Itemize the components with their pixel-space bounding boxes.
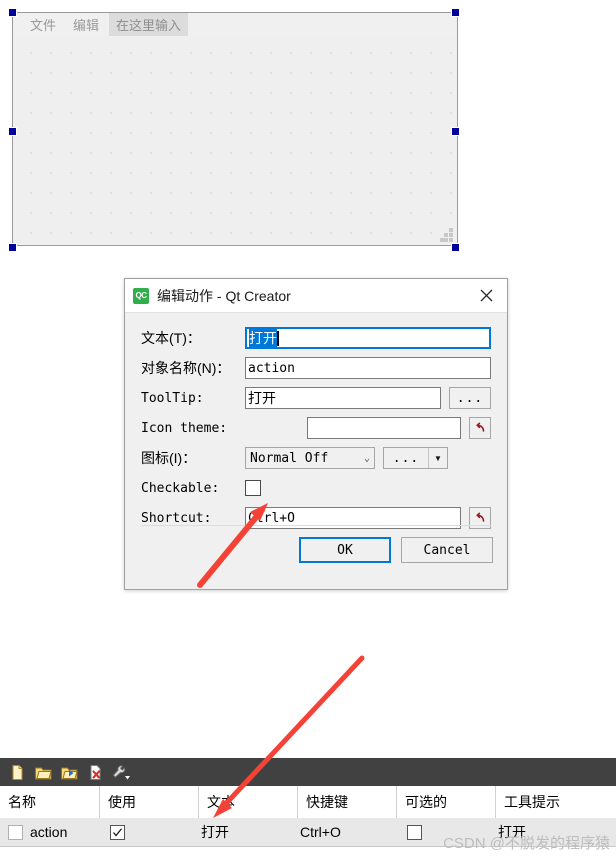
icon-theme-input[interactable] — [307, 417, 461, 439]
new-action-icon[interactable] — [4, 759, 30, 785]
edit-folder-icon[interactable] — [56, 759, 82, 785]
icon-browse-split-button[interactable]: ... ▼ — [383, 447, 448, 469]
checkable-checkbox-cell[interactable] — [407, 824, 422, 840]
action-editor-panel: 名称 使用 文本 快捷键 可选的 工具提示 action 打开 Ctrl+O 打… — [0, 758, 616, 856]
icon-browse-dropdown-icon[interactable]: ▼ — [428, 448, 447, 468]
form-preview-window[interactable]: 文件 编辑 在这里输入 — [12, 12, 458, 246]
cell-name[interactable]: action — [0, 818, 100, 846]
object-name-label: 对象名称(N)： — [141, 360, 231, 376]
column-header-text[interactable]: 文本 — [199, 786, 298, 818]
field-row-icon-theme: Icon theme: — [141, 417, 491, 439]
column-header-used[interactable]: 使用 — [100, 786, 199, 818]
field-row-icon: 图标(I)： Normal Off ⌄ ... ▼ — [141, 447, 491, 469]
dialog-titlebar[interactable]: QC 编辑动作 - Qt Creator — [125, 279, 507, 313]
cell-used[interactable] — [100, 818, 199, 846]
tooltip-value: 打开 — [248, 390, 276, 406]
selection-handle-top-right[interactable] — [451, 8, 460, 17]
cell-shortcut[interactable]: Ctrl+O — [298, 818, 397, 846]
tooltip-input[interactable]: 打开 — [245, 387, 441, 409]
used-checkbox[interactable] — [110, 824, 125, 840]
checkable-checkbox[interactable] — [245, 480, 261, 496]
text-input-value: 打开 — [249, 328, 277, 348]
settings-wrench-icon[interactable] — [108, 759, 134, 785]
edit-action-dialog[interactable]: QC 编辑动作 - Qt Creator 文本(T)： 打开 对象名称(N)： … — [124, 278, 508, 590]
column-header-checkable[interactable]: 可选的 — [397, 786, 496, 818]
watermark: CSDN @不脱发的程序猿 — [443, 835, 610, 852]
form-central-widget[interactable] — [14, 36, 456, 244]
text-label: 文本(T)： — [141, 330, 201, 346]
action-table-header: 名称 使用 文本 快捷键 可选的 工具提示 — [0, 786, 616, 819]
dialog-separator — [141, 525, 491, 526]
cancel-button[interactable]: Cancel — [401, 537, 493, 563]
dialog-title: 编辑动作 - Qt Creator — [157, 287, 291, 304]
field-row-tooltip: ToolTip: 打开 ... — [141, 387, 491, 409]
selection-handle-mid-right[interactable] — [451, 127, 460, 136]
dialog-button-box: OK Cancel — [299, 537, 493, 563]
ok-button[interactable]: OK — [299, 537, 391, 563]
selection-handle-top-left[interactable] — [8, 8, 17, 17]
action-editor-toolbar[interactable] — [0, 758, 616, 786]
menu-item-edit[interactable]: 编辑 — [66, 13, 106, 36]
menu-item-placeholder[interactable]: 在这里输入 — [109, 12, 189, 36]
size-grip-icon[interactable] — [440, 228, 454, 242]
icon-theme-reset-button[interactable] — [469, 417, 491, 439]
dialog-form: 文本(T)： 打开 对象名称(N)： action ToolTip: 打开 ..… — [125, 313, 507, 529]
form-designer-canvas[interactable]: 文件 编辑 在这里输入 — [8, 8, 460, 252]
field-row-object-name: 对象名称(N)： action — [141, 357, 491, 379]
delete-action-icon[interactable] — [82, 759, 108, 785]
field-row-text: 文本(T)： 打开 — [141, 327, 491, 349]
field-row-checkable: Checkable: — [141, 477, 491, 499]
open-folder-icon[interactable] — [30, 759, 56, 785]
icon-state-value: Normal Off — [250, 450, 329, 466]
object-name-value: action — [248, 360, 295, 376]
tooltip-browse-button[interactable]: ... — [449, 387, 491, 409]
icon-browse-button[interactable]: ... — [384, 448, 428, 468]
row-select-checkbox[interactable] — [8, 824, 23, 840]
cell-text[interactable]: 打开 — [199, 818, 298, 846]
menu-item-file[interactable]: 文件 — [23, 13, 63, 36]
cell-name-value: action — [30, 824, 68, 840]
selection-handle-mid-left[interactable] — [8, 127, 17, 136]
icon-label: 图标(I)： — [141, 450, 197, 466]
close-icon[interactable] — [465, 279, 507, 312]
column-header-shortcut[interactable]: 快捷键 — [298, 786, 397, 818]
text-caret — [277, 330, 279, 346]
chevron-down-icon: ⌄ — [363, 452, 370, 464]
column-header-tooltip[interactable]: 工具提示 — [496, 786, 616, 818]
object-name-input[interactable]: action — [245, 357, 491, 379]
selection-handle-bottom-left[interactable] — [8, 243, 17, 252]
shortcut-label: Shortcut: — [141, 510, 212, 526]
tooltip-label: ToolTip: — [141, 390, 204, 406]
icon-state-combobox[interactable]: Normal Off ⌄ — [245, 447, 375, 469]
form-menubar[interactable]: 文件 编辑 在这里输入 — [13, 12, 457, 36]
text-input[interactable]: 打开 — [245, 327, 491, 349]
checkable-label: Checkable: — [141, 480, 220, 496]
column-header-name[interactable]: 名称 — [0, 786, 100, 818]
icon-theme-label: Icon theme: — [141, 420, 228, 436]
qt-creator-icon: QC — [133, 287, 149, 304]
shortcut-value: Ctrl+O — [248, 510, 295, 526]
selection-handle-bottom-right[interactable] — [451, 243, 460, 252]
